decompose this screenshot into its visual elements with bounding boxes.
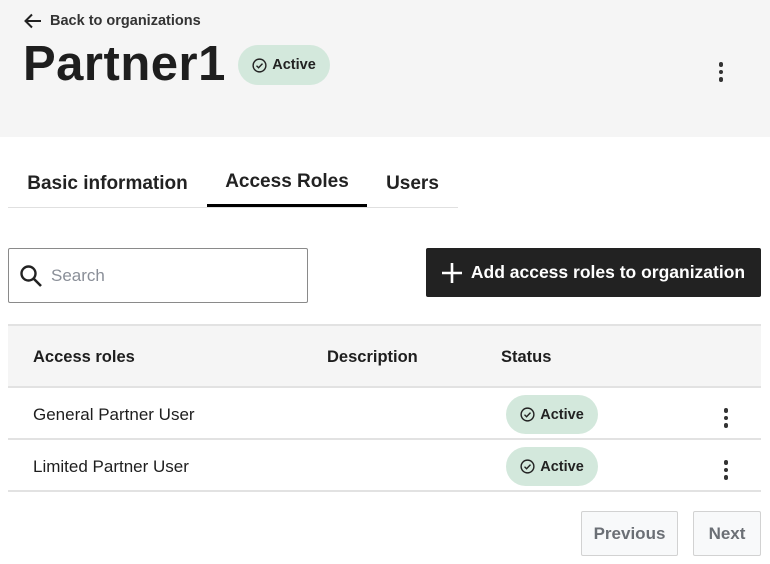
status-badge-label: Active: [272, 57, 316, 73]
status-badge: Active: [238, 45, 330, 85]
add-access-roles-button[interactable]: Add access roles to organization: [426, 248, 761, 297]
search-field[interactable]: [8, 248, 308, 303]
role-name: General Partner User: [33, 405, 195, 424]
row-actions-button[interactable]: [720, 408, 732, 428]
status-badge: Active: [506, 447, 598, 486]
column-header-description: Description: [327, 348, 418, 366]
check-circle-icon: [520, 407, 535, 422]
search-input[interactable]: [51, 265, 281, 286]
back-link[interactable]: Back to organizations: [24, 13, 201, 29]
status-badge-label: Active: [540, 406, 584, 423]
arrow-left-icon: [24, 13, 41, 29]
status-badge: Active: [506, 395, 598, 434]
tab-users[interactable]: Users: [367, 160, 458, 207]
table-row: Limited Partner User Active: [8, 440, 761, 492]
table-header: Access roles Description Status: [8, 324, 761, 388]
search-icon: [20, 264, 42, 287]
page-title: Partner1: [23, 37, 226, 91]
previous-page-button[interactable]: Previous: [581, 511, 678, 556]
more-options-button[interactable]: [715, 62, 727, 82]
next-page-button[interactable]: Next: [693, 511, 761, 556]
column-header-status: Status: [501, 348, 552, 366]
table-row: General Partner User Active: [8, 388, 761, 440]
add-access-roles-label: Add access roles to organization: [470, 262, 746, 282]
tab-access-roles[interactable]: Access Roles: [207, 160, 367, 207]
check-circle-icon: [520, 459, 535, 474]
back-link-label: Back to organizations: [50, 13, 201, 29]
role-name: Limited Partner User: [33, 457, 189, 476]
row-actions-button[interactable]: [720, 460, 732, 480]
tab-basic-information[interactable]: Basic information: [8, 160, 207, 207]
status-badge-label: Active: [540, 458, 584, 475]
column-header-access-roles: Access roles: [33, 348, 135, 366]
plus-icon: [441, 262, 462, 283]
check-circle-icon: [252, 57, 267, 73]
tab-divider: [8, 207, 458, 208]
